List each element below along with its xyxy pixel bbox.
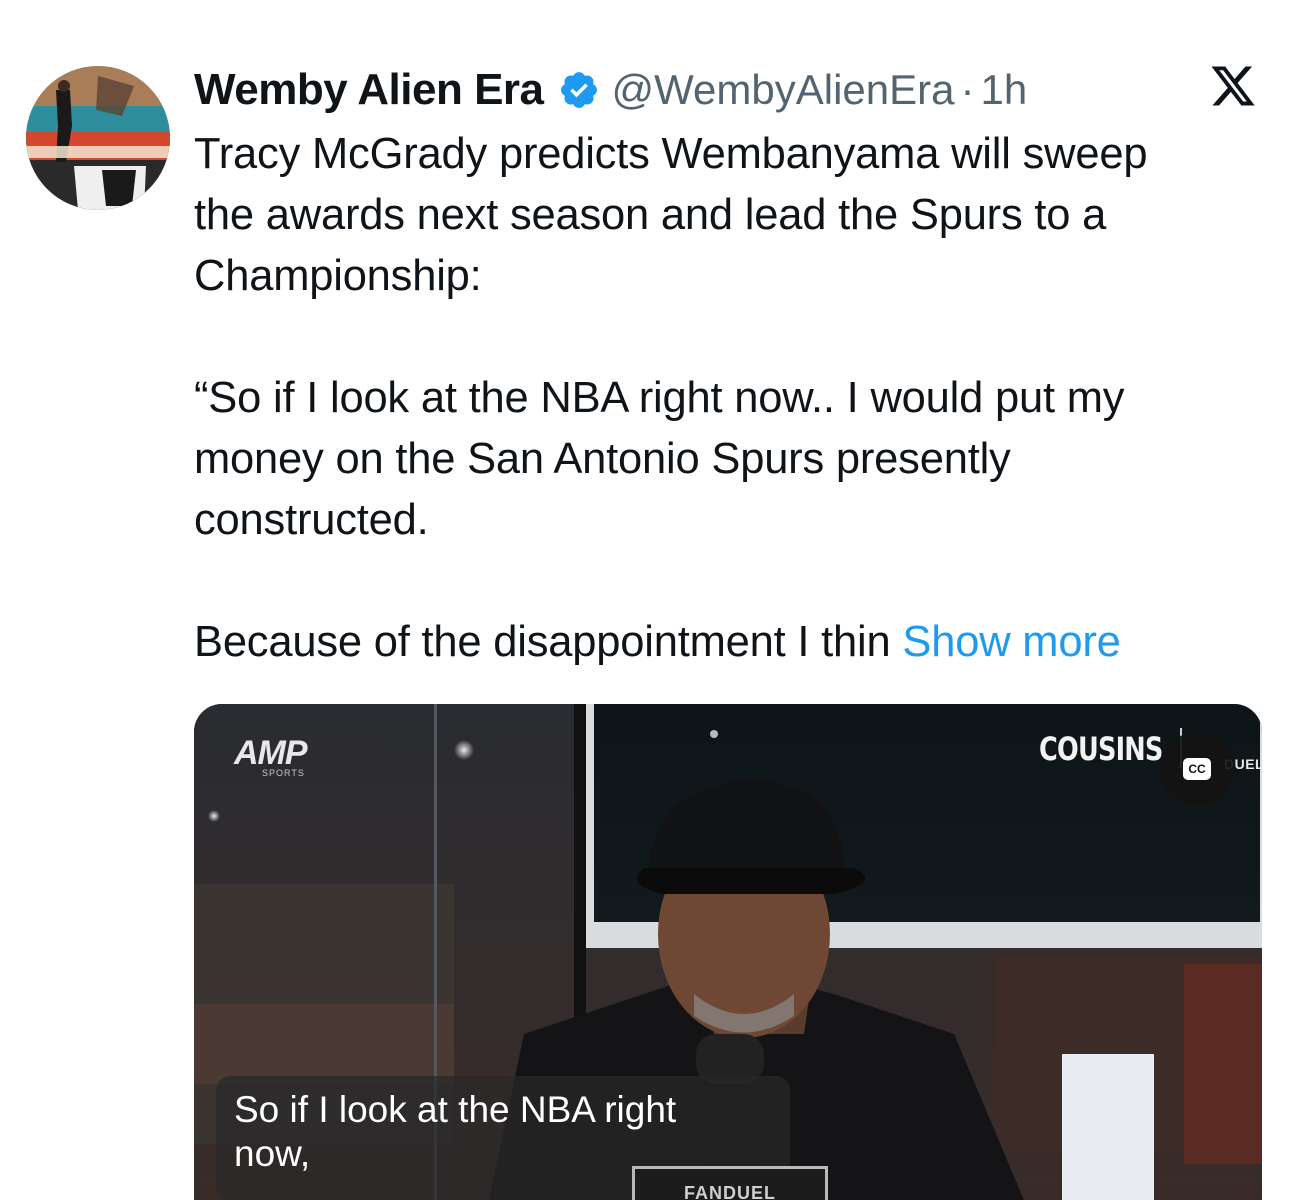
cousins-logo: COUSINS bbox=[1039, 730, 1163, 768]
avatar-image bbox=[26, 66, 170, 210]
separator-dot: · bbox=[960, 66, 975, 113]
back-chevron-icon[interactable] bbox=[48, 0, 74, 6]
closed-captions-button[interactable]: CC bbox=[1160, 732, 1234, 806]
tweet-text-line: Tracy McGrady predicts Wembanyama will s… bbox=[194, 130, 1148, 178]
x-logo-icon bbox=[1211, 66, 1255, 106]
verified-badge-icon bbox=[560, 72, 597, 108]
tweet-text-line: Championship: bbox=[194, 252, 482, 300]
avatar[interactable] bbox=[26, 66, 170, 210]
timestamp[interactable]: 1h bbox=[981, 66, 1028, 114]
tweet-text-line: “So if I look at the NBA right now.. I w… bbox=[194, 374, 1125, 422]
settings-icon[interactable] bbox=[1166, 0, 1206, 8]
tweet-body: Tracy McGrady predicts Wembanyama will s… bbox=[194, 124, 1274, 673]
tweet-text-line: money on the San Antonio Spurs presently bbox=[194, 435, 1011, 483]
amp-logo-subtitle: SPORTS bbox=[262, 768, 305, 778]
author-handle[interactable]: @WembyAlienEra bbox=[612, 66, 955, 114]
fanduel-mic-plate: FANDUEL bbox=[632, 1166, 828, 1200]
video-player[interactable]: AMP SPORTS COUSINS DUEL CC So if I look … bbox=[194, 704, 1262, 1200]
tweet-header: Wemby Alien Era @WembyAlienEra · 1h bbox=[194, 62, 1027, 118]
tweet-text-line: the awards next season and lead the Spur… bbox=[194, 191, 1107, 239]
tweet-text-last-line: Because of the disappointment I thin Sho… bbox=[194, 612, 1274, 673]
show-more-link[interactable]: Show more bbox=[902, 618, 1120, 666]
closed-captions-icon: CC bbox=[1183, 758, 1211, 780]
caption-line: So if I look at the NBA right bbox=[234, 1089, 677, 1130]
tweet-text-line: constructed. bbox=[194, 496, 429, 544]
tweet-text-line: Because of the disappointment I thin bbox=[194, 618, 891, 666]
author-display-name[interactable]: Wemby Alien Era bbox=[194, 65, 544, 115]
